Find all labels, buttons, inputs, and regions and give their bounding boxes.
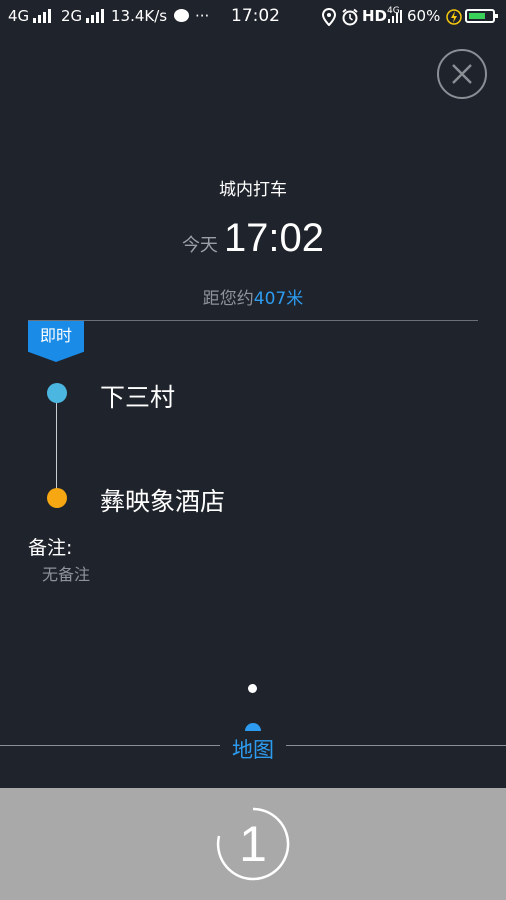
page-indicator	[248, 684, 257, 693]
charging-icon	[446, 8, 462, 30]
time-value: 17:02	[223, 216, 325, 260]
pickup-time: 今天 17:02	[0, 216, 506, 261]
battery-icon	[465, 9, 498, 23]
distance-prefix: 距您约	[202, 289, 254, 309]
alarm-icon	[341, 8, 359, 30]
signal-icon	[388, 9, 402, 23]
route-line	[56, 393, 57, 498]
expand-up-icon[interactable]	[245, 723, 261, 731]
signal-icon	[33, 9, 53, 23]
network-speed: 13.4K/s	[111, 7, 168, 25]
signal-icon	[86, 9, 106, 23]
hd-indicator: HD	[362, 7, 388, 25]
remark-value: 无备注	[42, 565, 91, 584]
map-divider-right	[286, 745, 506, 746]
bottom-panel: 1	[0, 788, 506, 900]
destination-point-icon	[47, 488, 67, 508]
start-point-icon	[47, 383, 67, 403]
countdown-value: 1	[239, 816, 267, 872]
time-day: 今天	[181, 235, 218, 256]
close-icon	[452, 64, 472, 84]
map-tab[interactable]: 地图	[224, 734, 282, 764]
network-type-1: 4G	[8, 7, 30, 25]
map-divider-left	[0, 745, 220, 746]
page-title: 城内打车	[219, 180, 287, 200]
more-indicator: ···	[195, 7, 210, 25]
start-location: 下三村	[100, 383, 176, 412]
order-type-badge: 即时	[28, 321, 84, 362]
divider	[28, 320, 478, 321]
chat-bubble-icon	[174, 9, 189, 22]
close-button[interactable]	[437, 49, 487, 99]
countdown-timer: 1	[215, 806, 291, 882]
network-type-2: 2G	[61, 7, 83, 25]
remark-label: 备注:	[28, 537, 73, 559]
distance-value: 407米	[253, 289, 304, 309]
clock: 17:02	[231, 6, 280, 26]
battery-percent: 60%	[407, 7, 441, 25]
status-bar: 4G 2G 13.4K/s ··· 17:02 HD 4G 60%	[0, 0, 506, 34]
badge-label: 即时	[39, 326, 72, 345]
location-icon	[321, 7, 337, 30]
distance-info: 距您约407米	[0, 284, 506, 309]
destination-location: 彝映象酒店	[100, 487, 226, 516]
